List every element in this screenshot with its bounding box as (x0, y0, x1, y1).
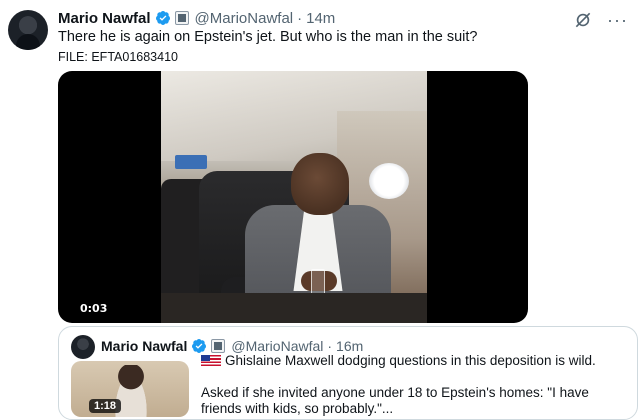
separator-dot: · (327, 338, 333, 354)
video-timestamp: 0:03 (80, 302, 108, 315)
grok-icon[interactable] (573, 10, 593, 30)
author-handle[interactable]: @MarioNawfal (195, 10, 294, 27)
quoted-video-thumbnail[interactable]: 1:18 (71, 361, 189, 417)
author-name[interactable]: Mario Nawfal (58, 10, 151, 27)
tweet-text: There he is again on Epstein's jet. But … (58, 29, 478, 45)
tweet-actions-top: ··· (573, 10, 628, 30)
cabin-window (369, 163, 409, 199)
quoted-line-2: Asked if she invited anyone under 18 to … (201, 385, 589, 416)
quoted-author-handle[interactable]: @MarioNawfal (231, 338, 323, 354)
tweet-time[interactable]: 14m (306, 10, 335, 27)
quoted-video-duration: 1:18 (89, 399, 122, 413)
verified-badge-icon (192, 339, 207, 353)
quoted-author-avatar[interactable] (71, 335, 95, 359)
affiliation-badge-icon (174, 11, 189, 25)
author-avatar[interactable] (8, 10, 48, 50)
man-in-suit (291, 153, 349, 215)
quoted-line-1: Ghislaine Maxwell dodging questions in t… (225, 353, 596, 368)
more-options-icon[interactable]: ··· (607, 11, 628, 29)
affiliation-badge-icon (211, 339, 226, 353)
us-flag-icon (201, 355, 221, 366)
tweet-header: Mario Nawfal @MarioNawfal · 14m (58, 8, 335, 28)
video-frame[interactable] (161, 71, 427, 323)
quoted-tweet[interactable]: Mario Nawfal @MarioNawfal · 16m 1:18 Ghi… (58, 326, 638, 420)
quoted-tweet-text: Ghislaine Maxwell dodging questions in t… (201, 353, 631, 417)
quoted-author-name[interactable]: Mario Nawfal (101, 338, 187, 354)
tweet-file-line: FILE: EFTA01683410 (58, 50, 178, 64)
separator-dot: · (297, 9, 303, 27)
quoted-tweet-time[interactable]: 16m (336, 338, 363, 354)
verified-badge-icon (155, 11, 170, 25)
tweet-video[interactable]: 0:03 (58, 71, 528, 323)
